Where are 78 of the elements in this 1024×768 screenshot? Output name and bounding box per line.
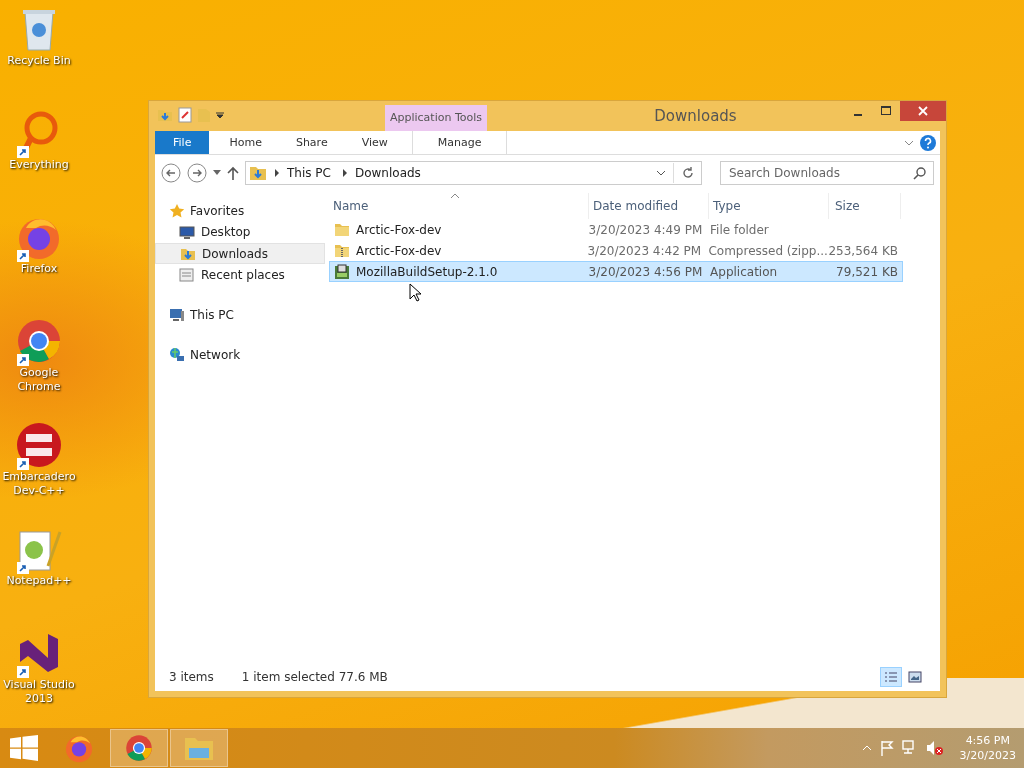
nav-item[interactable]: Downloads: [155, 243, 325, 264]
window-title: Downloads: [653, 106, 738, 125]
column-header[interactable]: Date modified: [589, 193, 709, 219]
muted-speaker-icon[interactable]: [925, 740, 944, 756]
downloads-folder-icon: [249, 165, 267, 181]
column-header[interactable]: Name: [329, 193, 589, 219]
file-name: Arctic-Fox-dev: [356, 222, 442, 237]
sort-caret-icon: [451, 193, 459, 198]
context-tab-group: Application Tools: [385, 105, 487, 131]
close-icon: [918, 106, 928, 116]
nav-item[interactable]: Network: [190, 348, 241, 362]
help-icon[interactable]: [920, 134, 936, 151]
file-name: MozillaBuildSetup-2.1.0: [356, 264, 498, 279]
dropdown-icon[interactable]: [656, 169, 666, 177]
windows-logo-icon: [10, 735, 38, 761]
network-icon: [169, 347, 185, 363]
star-icon: [169, 203, 185, 219]
nav-item[interactable]: This PC: [190, 308, 234, 322]
recent-locations-icon[interactable]: [213, 170, 221, 176]
nav-item[interactable]: Desktop: [155, 222, 325, 242]
column-header[interactable]: Size: [829, 193, 901, 219]
file-row[interactable]: MozillaBuildSetup-2.1.0 3/20/2023 4:56 PM Application 79,521 KB: [329, 261, 903, 282]
ribbon-tab[interactable]: Manage: [411, 131, 508, 154]
chrome-icon[interactable]: [16, 318, 62, 364]
dev-cpp-icon[interactable]: [16, 422, 62, 468]
file-row[interactable]: Arctic-Fox-dev 3/20/2023 4:49 PM File folder: [329, 219, 903, 240]
search-field[interactable]: Search Downloads: [720, 161, 934, 185]
breadcrumb[interactable]: Downloads: [354, 166, 421, 180]
folder-icon: [184, 735, 214, 761]
show-hidden-icons-icon[interactable]: [861, 745, 872, 751]
table-cell: 253,564 KB: [828, 243, 898, 258]
search-icon[interactable]: [913, 166, 927, 180]
table-cell-text: 3/20/2023 4:49 PM: [587, 222, 704, 237]
status-text: 3 items: [169, 670, 214, 684]
address-bar[interactable]: This PC Downloads: [245, 161, 702, 185]
details-icon: [884, 671, 898, 683]
firefox-icon: [64, 733, 94, 763]
mouse-pointer-icon: [409, 283, 421, 302]
chevron-down-icon[interactable]: [904, 138, 914, 147]
table-cell-text: Compressed (zipp...: [707, 243, 828, 258]
refresh-icon[interactable]: [681, 166, 695, 180]
dropdown-icon[interactable]: [216, 111, 224, 119]
file-row[interactable]: Arctic-Fox-dev 3/20/2023 4:42 PM Compressed (zipp...253,564 KB: [329, 240, 903, 261]
table-cell: 79,521 KB: [836, 264, 898, 279]
close-button[interactable]: [900, 101, 946, 121]
column-header[interactable]: Type: [709, 193, 829, 219]
properties-icon[interactable]: [178, 107, 192, 123]
folder-icon[interactable]: [157, 107, 173, 123]
table-cell-text: 3/20/2023 4:56 PM: [587, 264, 704, 279]
computer-icon: [169, 307, 185, 323]
breadcrumb-arrow-icon[interactable]: [341, 169, 348, 177]
ribbon-tab[interactable]: File: [155, 131, 210, 154]
nav-item[interactable]: Recent places: [155, 265, 325, 285]
chrome-icon: [125, 734, 153, 762]
forward-button[interactable]: [187, 163, 207, 183]
back-button[interactable]: [161, 163, 181, 183]
ribbon-tab[interactable]: Home: [215, 131, 276, 154]
breadcrumb[interactable]: This PC: [287, 166, 331, 180]
table-cell-text: File folder: [709, 222, 770, 237]
flag-icon[interactable]: [879, 740, 894, 756]
folder-icon: [334, 221, 350, 238]
file-name: Arctic-Fox-dev: [356, 243, 442, 258]
table-cell-text: Application: [709, 264, 779, 279]
table-cell-text: 3/20/2023 4:42 PM: [586, 243, 703, 258]
ribbon-tab[interactable]: View: [347, 131, 402, 154]
zip-folder-icon: [334, 242, 350, 259]
desktop-icon: [179, 225, 195, 239]
nav-item[interactable]: Favorites: [190, 204, 245, 218]
ribbon-tab[interactable]: Share: [281, 131, 342, 154]
up-arrow-icon[interactable]: [227, 166, 239, 180]
picture-frame-icon: [908, 671, 922, 683]
maximize-icon: [881, 106, 891, 116]
minimize-icon: [854, 113, 862, 116]
breadcrumb-arrow-icon[interactable]: [274, 169, 280, 177]
installer-icon: [334, 263, 350, 280]
status-text: 1 item selected 77.6 MB: [241, 670, 388, 684]
chrome-taskbar-button[interactable]: [110, 729, 168, 767]
recent-places-icon: [179, 267, 195, 283]
